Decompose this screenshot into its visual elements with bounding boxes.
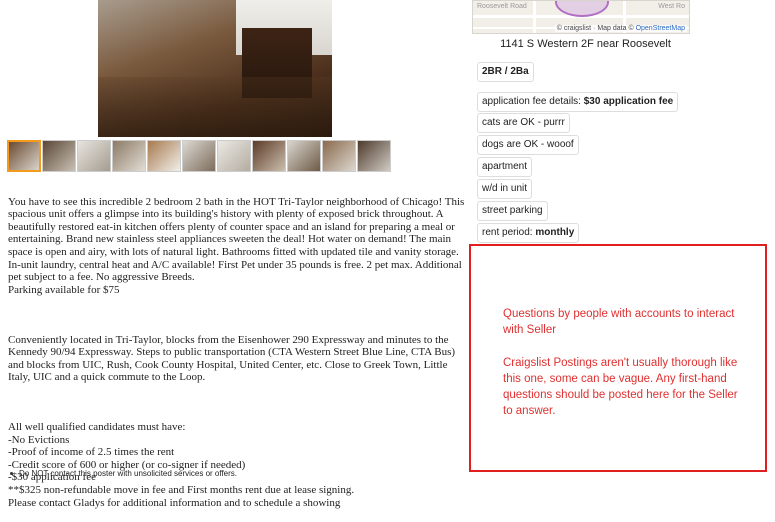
attr-dogs: dogs are OK - wooof [477,135,579,155]
attr-housing-type: apartment [477,157,533,177]
annotation-text: Questions by people with accounts to int… [503,306,743,436]
app-fee-label: application fee details: [482,96,581,107]
attr-bed-bath: 2BR / 2Ba [477,62,534,82]
photo-thumbnail[interactable] [112,140,146,172]
photo-floor [98,77,332,137]
photo-thumbnail[interactable] [252,140,286,172]
map-attribution: © craigslist · Map data © OpenStreetMap [554,25,687,32]
notice-text: Do NOT contact this poster with unsolici… [19,469,238,478]
photo-thumbnail[interactable] [7,140,41,172]
posting-notice: Do NOT contact this poster with unsolici… [10,469,237,478]
photo-thumbnail[interactable] [182,140,216,172]
attr-cats: cats are OK - purrr [477,113,570,133]
openstreetmap-link[interactable]: OpenStreetMap [636,25,685,32]
map-attribution-text: © craigslist · Map data © [556,25,634,32]
app-fee-value: $30 application fee [583,96,674,107]
photo-thumbnail[interactable] [357,140,391,172]
map-street-label: West Ro [658,3,685,10]
photo-thumbnail[interactable] [147,140,181,172]
questions-annotation-box: Questions by people with accounts to int… [469,244,767,472]
bed-bath-value: 2BR / 2Ba [482,66,529,77]
attr-parking: street parking [477,201,548,221]
rent-period-label: rent period: [482,227,533,238]
description-paragraph: You have to see this incredible 2 bedroo… [8,195,465,296]
annotation-line: Craigslist Postings aren't usually thoro… [503,357,738,417]
photo-thumbnail[interactable] [322,140,356,172]
photo-thumbnail[interactable] [77,140,111,172]
location-map[interactable]: Roosevelt Road West Ro © craigslist · Ma… [472,0,690,34]
rent-period-value: monthly [535,227,575,238]
thumbnail-strip [7,140,391,172]
main-listing-photo[interactable] [98,0,332,137]
attr-application-fee: application fee details: $30 application… [477,92,679,112]
attr-rent-period: rent period: monthly [477,223,580,243]
description-paragraph: All well qualified candidates must have:… [8,421,355,509]
description-paragraph: Conveniently located in Tri-Taylor, bloc… [8,333,456,384]
annotation-line: Questions by people with accounts to int… [503,308,735,336]
bullet-icon [10,472,13,475]
map-street [533,1,536,33]
photo-thumbnail[interactable] [42,140,76,172]
photo-thumbnail[interactable] [287,140,321,172]
map-street-label: Roosevelt Road [477,3,527,10]
photo-thumbnail[interactable] [217,140,251,172]
map-address: 1141 S Western 2F near Roosevelt [500,38,671,50]
attr-laundry: w/d in unit [477,179,533,199]
